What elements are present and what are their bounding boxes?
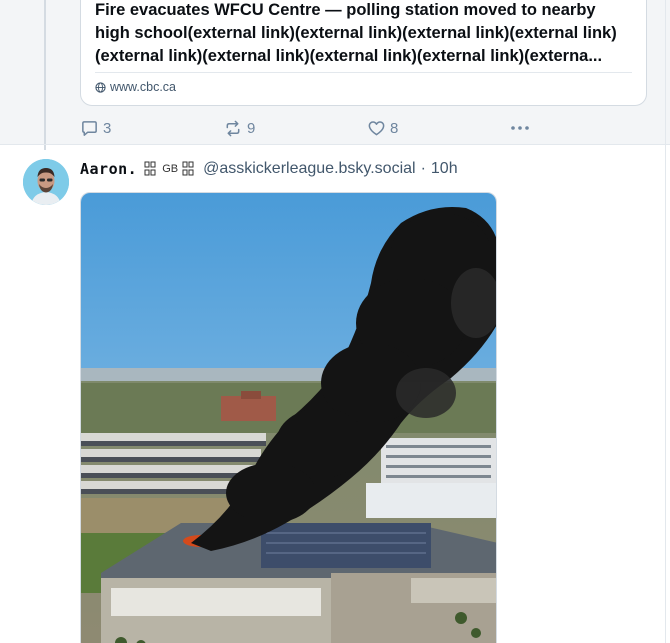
like-count: 8 xyxy=(390,119,399,137)
link-card-title[interactable]: Fire evacuates WFCU Centre — polling sta… xyxy=(95,0,635,68)
post-time[interactable]: 10h xyxy=(431,160,458,178)
link-card[interactable]: Fire evacuates WFCU Centre — polling sta… xyxy=(80,0,647,106)
more-options-button[interactable] xyxy=(510,116,534,140)
repost-count: 9 xyxy=(247,119,256,137)
post-divider xyxy=(0,144,670,145)
globe-icon xyxy=(95,81,106,93)
heart-icon xyxy=(368,120,385,135)
link-card-domain: www.cbc.ca xyxy=(95,80,176,94)
separator: · xyxy=(420,160,426,177)
thread-line xyxy=(44,0,46,150)
link-card-title-line: (external link)(external link)(external … xyxy=(95,47,603,65)
post-actions: 3 9 8 xyxy=(80,116,560,140)
reply-button[interactable]: 3 xyxy=(80,116,111,140)
reply-count: 3 xyxy=(103,119,112,137)
flag-glyph-icon xyxy=(144,161,156,176)
avatar-image xyxy=(23,159,69,205)
flag-label: GB xyxy=(162,163,179,175)
like-button[interactable]: 8 xyxy=(367,116,398,140)
avatar[interactable] xyxy=(23,159,69,205)
link-card-domain-text: www.cbc.ca xyxy=(110,80,176,94)
link-card-divider xyxy=(95,72,632,73)
handle[interactable]: @asskickerleague.bsky.social xyxy=(203,160,415,178)
fire-smoke-photo xyxy=(81,193,496,643)
feed-border xyxy=(665,0,666,643)
display-name[interactable]: Aaron. xyxy=(80,160,137,178)
repost-icon xyxy=(226,120,240,136)
flag-glyph-icon xyxy=(182,161,194,176)
post-image[interactable] xyxy=(80,192,497,643)
repost-button[interactable]: 9 xyxy=(223,116,255,140)
post-header: Aaron. GB @asskickerleague.bsky.social ·… xyxy=(80,158,458,180)
link-card-title-line: Fire evacuates WFCU Centre — polling sta… xyxy=(95,1,596,19)
link-card-title-line: high school(external link)(external link… xyxy=(95,24,617,42)
more-icon xyxy=(511,126,529,130)
reply-icon xyxy=(82,120,97,136)
